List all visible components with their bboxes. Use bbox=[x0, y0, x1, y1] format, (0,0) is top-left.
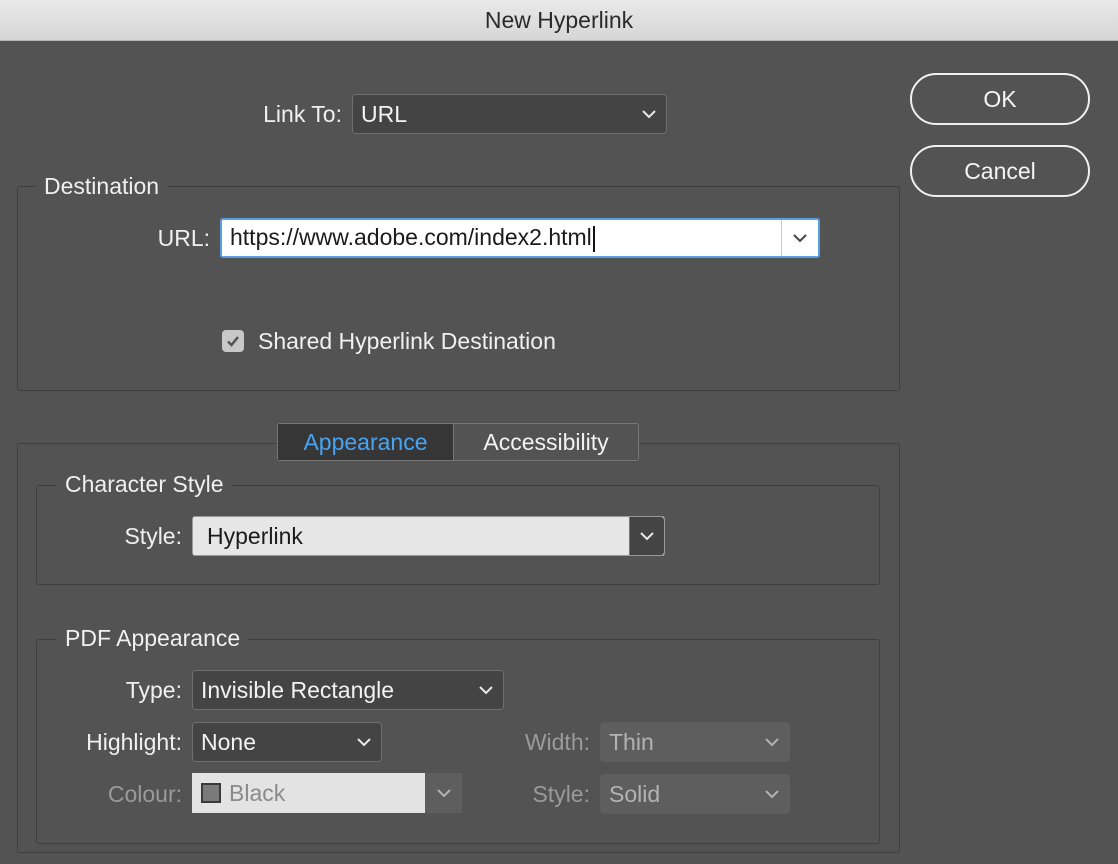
chevron-down-icon bbox=[347, 723, 381, 761]
chevron-down-icon bbox=[640, 531, 654, 540]
character-style-value: Hyperlink bbox=[207, 522, 303, 549]
line-style-label: Style: bbox=[532, 781, 590, 807]
chevron-down-icon bbox=[755, 723, 789, 761]
link-to-select[interactable]: URL bbox=[352, 94, 667, 134]
checkmark-icon bbox=[227, 336, 239, 347]
tab-accessibility-label: Accessibility bbox=[483, 428, 609, 455]
link-to-label: Link To: bbox=[263, 101, 342, 127]
colour-field[interactable]: Black bbox=[192, 773, 425, 813]
width-select[interactable]: Thin bbox=[600, 722, 790, 762]
colour-select[interactable]: Black bbox=[192, 773, 462, 813]
type-value: Invisible Rectangle bbox=[201, 676, 395, 703]
highlight-label: Highlight: bbox=[86, 729, 182, 755]
colour-value: Black bbox=[229, 779, 286, 806]
character-style-select[interactable]: Hyperlink bbox=[192, 516, 665, 556]
link-to-value: URL bbox=[361, 100, 408, 127]
colour-dropdown-button[interactable] bbox=[425, 773, 462, 813]
chevron-down-icon bbox=[436, 788, 451, 797]
window-title-bar: New Hyperlink bbox=[0, 0, 1118, 41]
url-label: URL: bbox=[157, 225, 210, 251]
tab-bar: Appearance Accessibility bbox=[277, 423, 639, 461]
cancel-button-label: Cancel bbox=[964, 157, 1036, 184]
url-combobox[interactable]: https://www.adobe.com/index2.html bbox=[220, 218, 820, 258]
shared-destination-label[interactable]: Shared Hyperlink Destination bbox=[258, 328, 556, 355]
chevron-down-icon bbox=[755, 775, 789, 813]
color-swatch-icon bbox=[201, 783, 221, 803]
url-input[interactable]: https://www.adobe.com/index2.html bbox=[222, 224, 781, 252]
ok-button-label: OK bbox=[983, 85, 1017, 112]
pdf-appearance-title: PDF Appearance bbox=[57, 625, 249, 652]
line-style-select[interactable]: Solid bbox=[600, 774, 790, 814]
type-label: Type: bbox=[125, 677, 182, 703]
chevron-down-icon bbox=[469, 671, 503, 709]
destination-title: Destination bbox=[36, 173, 168, 200]
highlight-select[interactable]: None bbox=[192, 722, 382, 762]
colour-label: Colour: bbox=[107, 781, 182, 807]
chevron-down-icon bbox=[793, 233, 807, 242]
url-dropdown-button[interactable] bbox=[781, 220, 818, 256]
url-value: https://www.adobe.com/index2.html bbox=[230, 224, 592, 251]
destination-group bbox=[17, 186, 900, 391]
width-label: Width: bbox=[524, 729, 590, 755]
highlight-value: None bbox=[201, 728, 256, 755]
text-caret bbox=[592, 225, 595, 252]
window-title: New Hyperlink bbox=[484, 6, 634, 33]
width-value: Thin bbox=[609, 728, 654, 755]
cancel-button[interactable]: Cancel bbox=[910, 145, 1090, 197]
ok-button[interactable]: OK bbox=[910, 73, 1090, 125]
type-select[interactable]: Invisible Rectangle bbox=[192, 670, 504, 710]
line-style-value: Solid bbox=[609, 780, 661, 807]
character-style-dropdown-button[interactable] bbox=[629, 517, 664, 555]
shared-destination-checkbox[interactable] bbox=[222, 330, 244, 352]
tab-appearance-label: Appearance bbox=[303, 428, 428, 455]
chevron-down-icon bbox=[632, 95, 666, 133]
tab-accessibility[interactable]: Accessibility bbox=[454, 424, 638, 460]
tab-appearance[interactable]: Appearance bbox=[278, 424, 454, 460]
character-style-label: Style: bbox=[124, 523, 182, 549]
character-style-title: Character Style bbox=[57, 471, 232, 498]
